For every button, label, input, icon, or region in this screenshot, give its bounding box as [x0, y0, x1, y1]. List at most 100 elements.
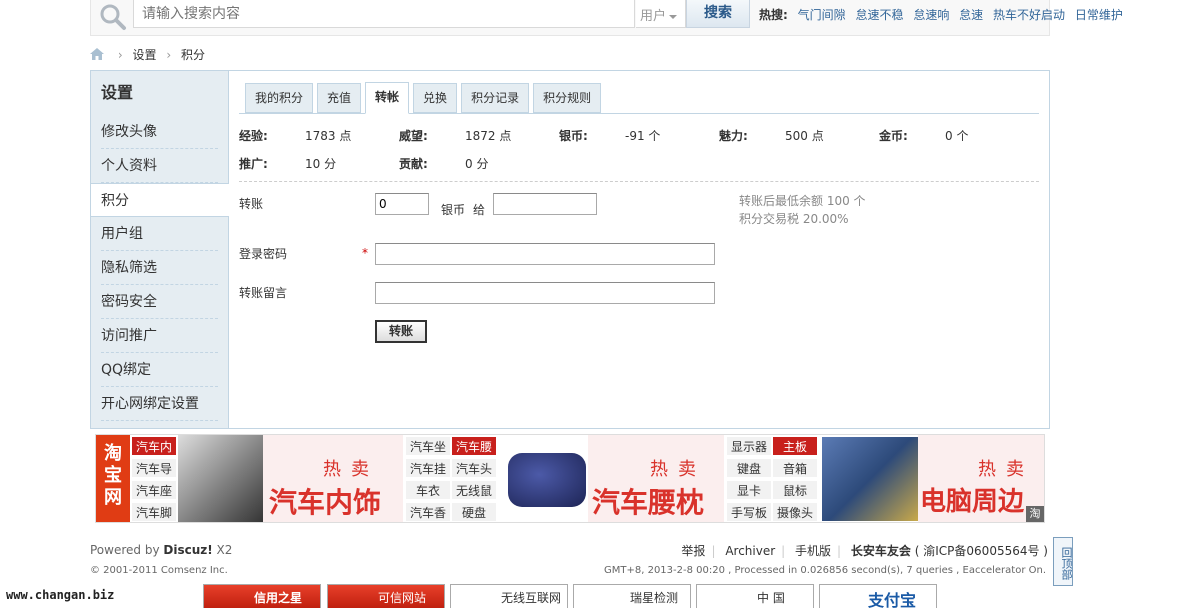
- taobao-logo: 淘宝网: [96, 435, 130, 522]
- ad-keyword[interactable]: 音箱: [772, 458, 818, 478]
- hot-search-item[interactable]: 怠速: [959, 8, 983, 22]
- sidebar-item-profile[interactable]: 个人资料: [91, 149, 228, 183]
- stat-label: 威望:: [399, 129, 428, 143]
- search-input[interactable]: [133, 0, 635, 28]
- site-watermark: www.changan.biz: [6, 588, 115, 602]
- hot-search-item[interactable]: 气门间隙: [798, 8, 846, 22]
- ad-keyword[interactable]: 汽车头: [451, 458, 497, 478]
- sidebar-item-promotion[interactable]: 访问推广: [91, 319, 228, 353]
- ad-keyword[interactable]: 显示器: [726, 436, 772, 456]
- tab-exchange[interactable]: 兑换: [413, 83, 458, 113]
- stat-contribution: 贡献: 0 分: [399, 155, 488, 172]
- footer-links: 举报 | Archiver | 手机版 | 长安车友会 ( 渝ICP备06005564…: [681, 544, 1048, 558]
- stat-value: 500 点: [785, 129, 824, 143]
- sidebar-item-privacy[interactable]: 隐私筛选: [91, 251, 228, 285]
- sidebar-item-qq[interactable]: QQ绑定: [91, 353, 228, 387]
- content: 我的积分 充值 转帐 兑换 积分记录 积分规则 经验: 1783 点 威望: 187…: [239, 81, 1039, 343]
- ad-keyword[interactable]: 汽车脚: [131, 502, 177, 522]
- ad-keyword[interactable]: 显卡: [726, 480, 772, 500]
- sidebar-title: 设置: [101, 83, 134, 102]
- taobao-tag: 淘: [1026, 506, 1044, 522]
- footer-link-mobile[interactable]: 手机版: [795, 544, 831, 558]
- ad-keyword[interactable]: 无线鼠: [451, 480, 497, 500]
- hot-search-item[interactable]: 热车不好启动: [993, 8, 1065, 22]
- powered-by: Powered by Discuz! X2: [90, 543, 232, 557]
- stat-charm: 魅力: 500 点: [719, 127, 824, 144]
- ad-keyword[interactable]: 主板: [772, 436, 818, 456]
- ad-keyword[interactable]: 汽车座: [131, 480, 177, 500]
- ad-hot-label: 热卖: [650, 459, 706, 480]
- hot-search: 热搜: 气门间隙 怠速不稳 怠速响 怠速 热车不好启动 日常维护: [759, 6, 1129, 23]
- pillow-image: [508, 453, 586, 507]
- hot-search-item[interactable]: 怠速响: [913, 8, 949, 22]
- ad-keyword[interactable]: 手写板: [726, 502, 772, 522]
- footer-site-name[interactable]: 长安车友会: [851, 544, 911, 558]
- taobao-ad-banner[interactable]: 淘宝网 汽车内 汽车导 汽车座 汽车脚 热卖 汽车内饰 汽车坐 汽车腰 汽车挂 …: [95, 434, 1045, 523]
- ad-big-label: 汽车内饰: [269, 486, 382, 519]
- stat-label: 银币:: [559, 129, 588, 143]
- footer-link-archiver[interactable]: Archiver: [725, 544, 775, 558]
- ad-panel-car-interior: 热卖 汽车内饰: [263, 435, 403, 522]
- tab-transfer[interactable]: 转帐: [365, 82, 410, 114]
- password-input[interactable]: [375, 243, 715, 265]
- search-icon: [99, 3, 127, 31]
- ad-keyword[interactable]: 汽车导: [131, 458, 177, 478]
- footer-icp[interactable]: ( 渝ICP备06005564号 ): [915, 544, 1048, 558]
- stat-label: 推广:: [239, 157, 268, 171]
- back-to-top-button[interactable]: 回顶部: [1053, 537, 1073, 586]
- sidebar-item-kaixin[interactable]: 开心网绑定设置: [91, 387, 228, 421]
- tab-recharge[interactable]: 充值: [317, 83, 362, 113]
- ad-keyword[interactable]: 车衣: [405, 480, 451, 500]
- tab-credit-log[interactable]: 积分记录: [461, 83, 530, 113]
- badge-alipay[interactable]: 支付宝: [819, 584, 937, 608]
- stat-label: 经验:: [239, 129, 268, 143]
- ad-keyword[interactable]: 硬盘: [451, 502, 497, 522]
- tab-my-credits[interactable]: 我的积分: [245, 83, 314, 113]
- message-label: 转账留言: [239, 286, 288, 300]
- search-type-select[interactable]: 用户: [636, 0, 686, 28]
- search-button[interactable]: 搜索: [686, 0, 750, 28]
- credit-stats: 经验: 1783 点 威望: 1872 点 银币: -91 个 魅力: 500 点 金币…: [239, 124, 1039, 182]
- ad-keyword[interactable]: 汽车内: [131, 436, 177, 456]
- hot-search-item[interactable]: 怠速不稳: [855, 8, 903, 22]
- hot-search-item[interactable]: 日常维护: [1075, 8, 1123, 22]
- transfer-to-label: 给: [473, 203, 486, 217]
- discuz-link[interactable]: Discuz!: [163, 543, 212, 557]
- sidebar-item-usergroup[interactable]: 用户组: [91, 217, 228, 251]
- badge-wireless[interactable]: 无线互联网: [450, 584, 568, 608]
- stat-value: 1783 点: [305, 129, 352, 143]
- stat-promotion: 推广: 10 分: [239, 155, 336, 172]
- stat-experience: 经验: 1783 点: [239, 127, 351, 144]
- badge-rising-scan[interactable]: 瑞星检测: [573, 584, 691, 608]
- badge-credit-star[interactable]: 信用之星: [203, 584, 321, 608]
- breadcrumb: › 设置 › 积分: [90, 46, 205, 63]
- copyright: © 2001-2011 Comsenz Inc.: [90, 565, 228, 576]
- transfer-submit-button[interactable]: 转账: [375, 320, 427, 343]
- ad-keyword[interactable]: 汽车坐: [405, 436, 451, 456]
- badge-trusted-site[interactable]: 可信网站: [327, 584, 445, 608]
- ad-keyword[interactable]: 汽车香: [405, 502, 451, 522]
- chevron-down-icon: [669, 14, 678, 19]
- sidebar-item-avatar[interactable]: 修改头像: [91, 115, 228, 149]
- ad-keyword[interactable]: 鼠标: [772, 480, 818, 500]
- ad-keyword[interactable]: 汽车腰: [451, 436, 497, 456]
- home-icon[interactable]: [90, 48, 104, 63]
- ad-keyword[interactable]: 键盘: [726, 458, 772, 478]
- transfer-amount-input[interactable]: [375, 193, 429, 215]
- footer-link-report[interactable]: 举报: [681, 544, 705, 558]
- breadcrumb-item-settings[interactable]: 设置: [132, 48, 156, 62]
- ad-keyword[interactable]: 汽车挂: [405, 458, 451, 478]
- ad-hot-label: 热卖: [978, 459, 1034, 480]
- transfer-recipient-input[interactable]: [493, 193, 597, 215]
- ad-keyword[interactable]: 摄像头: [772, 502, 818, 522]
- tab-credit-rules[interactable]: 积分规则: [533, 83, 602, 113]
- required-mark: *: [362, 246, 368, 260]
- sidebar-item-credits[interactable]: 积分: [91, 183, 229, 217]
- motherboard-image: [822, 437, 918, 521]
- info-min-balance: 转账后最低余额 100 个: [739, 194, 866, 208]
- stat-value: -91 个: [625, 129, 661, 143]
- sidebar-item-password[interactable]: 密码安全: [91, 285, 228, 319]
- message-input[interactable]: [375, 282, 715, 304]
- stat-value: 1872 点: [465, 129, 512, 143]
- badge-china[interactable]: 中 国: [696, 584, 814, 608]
